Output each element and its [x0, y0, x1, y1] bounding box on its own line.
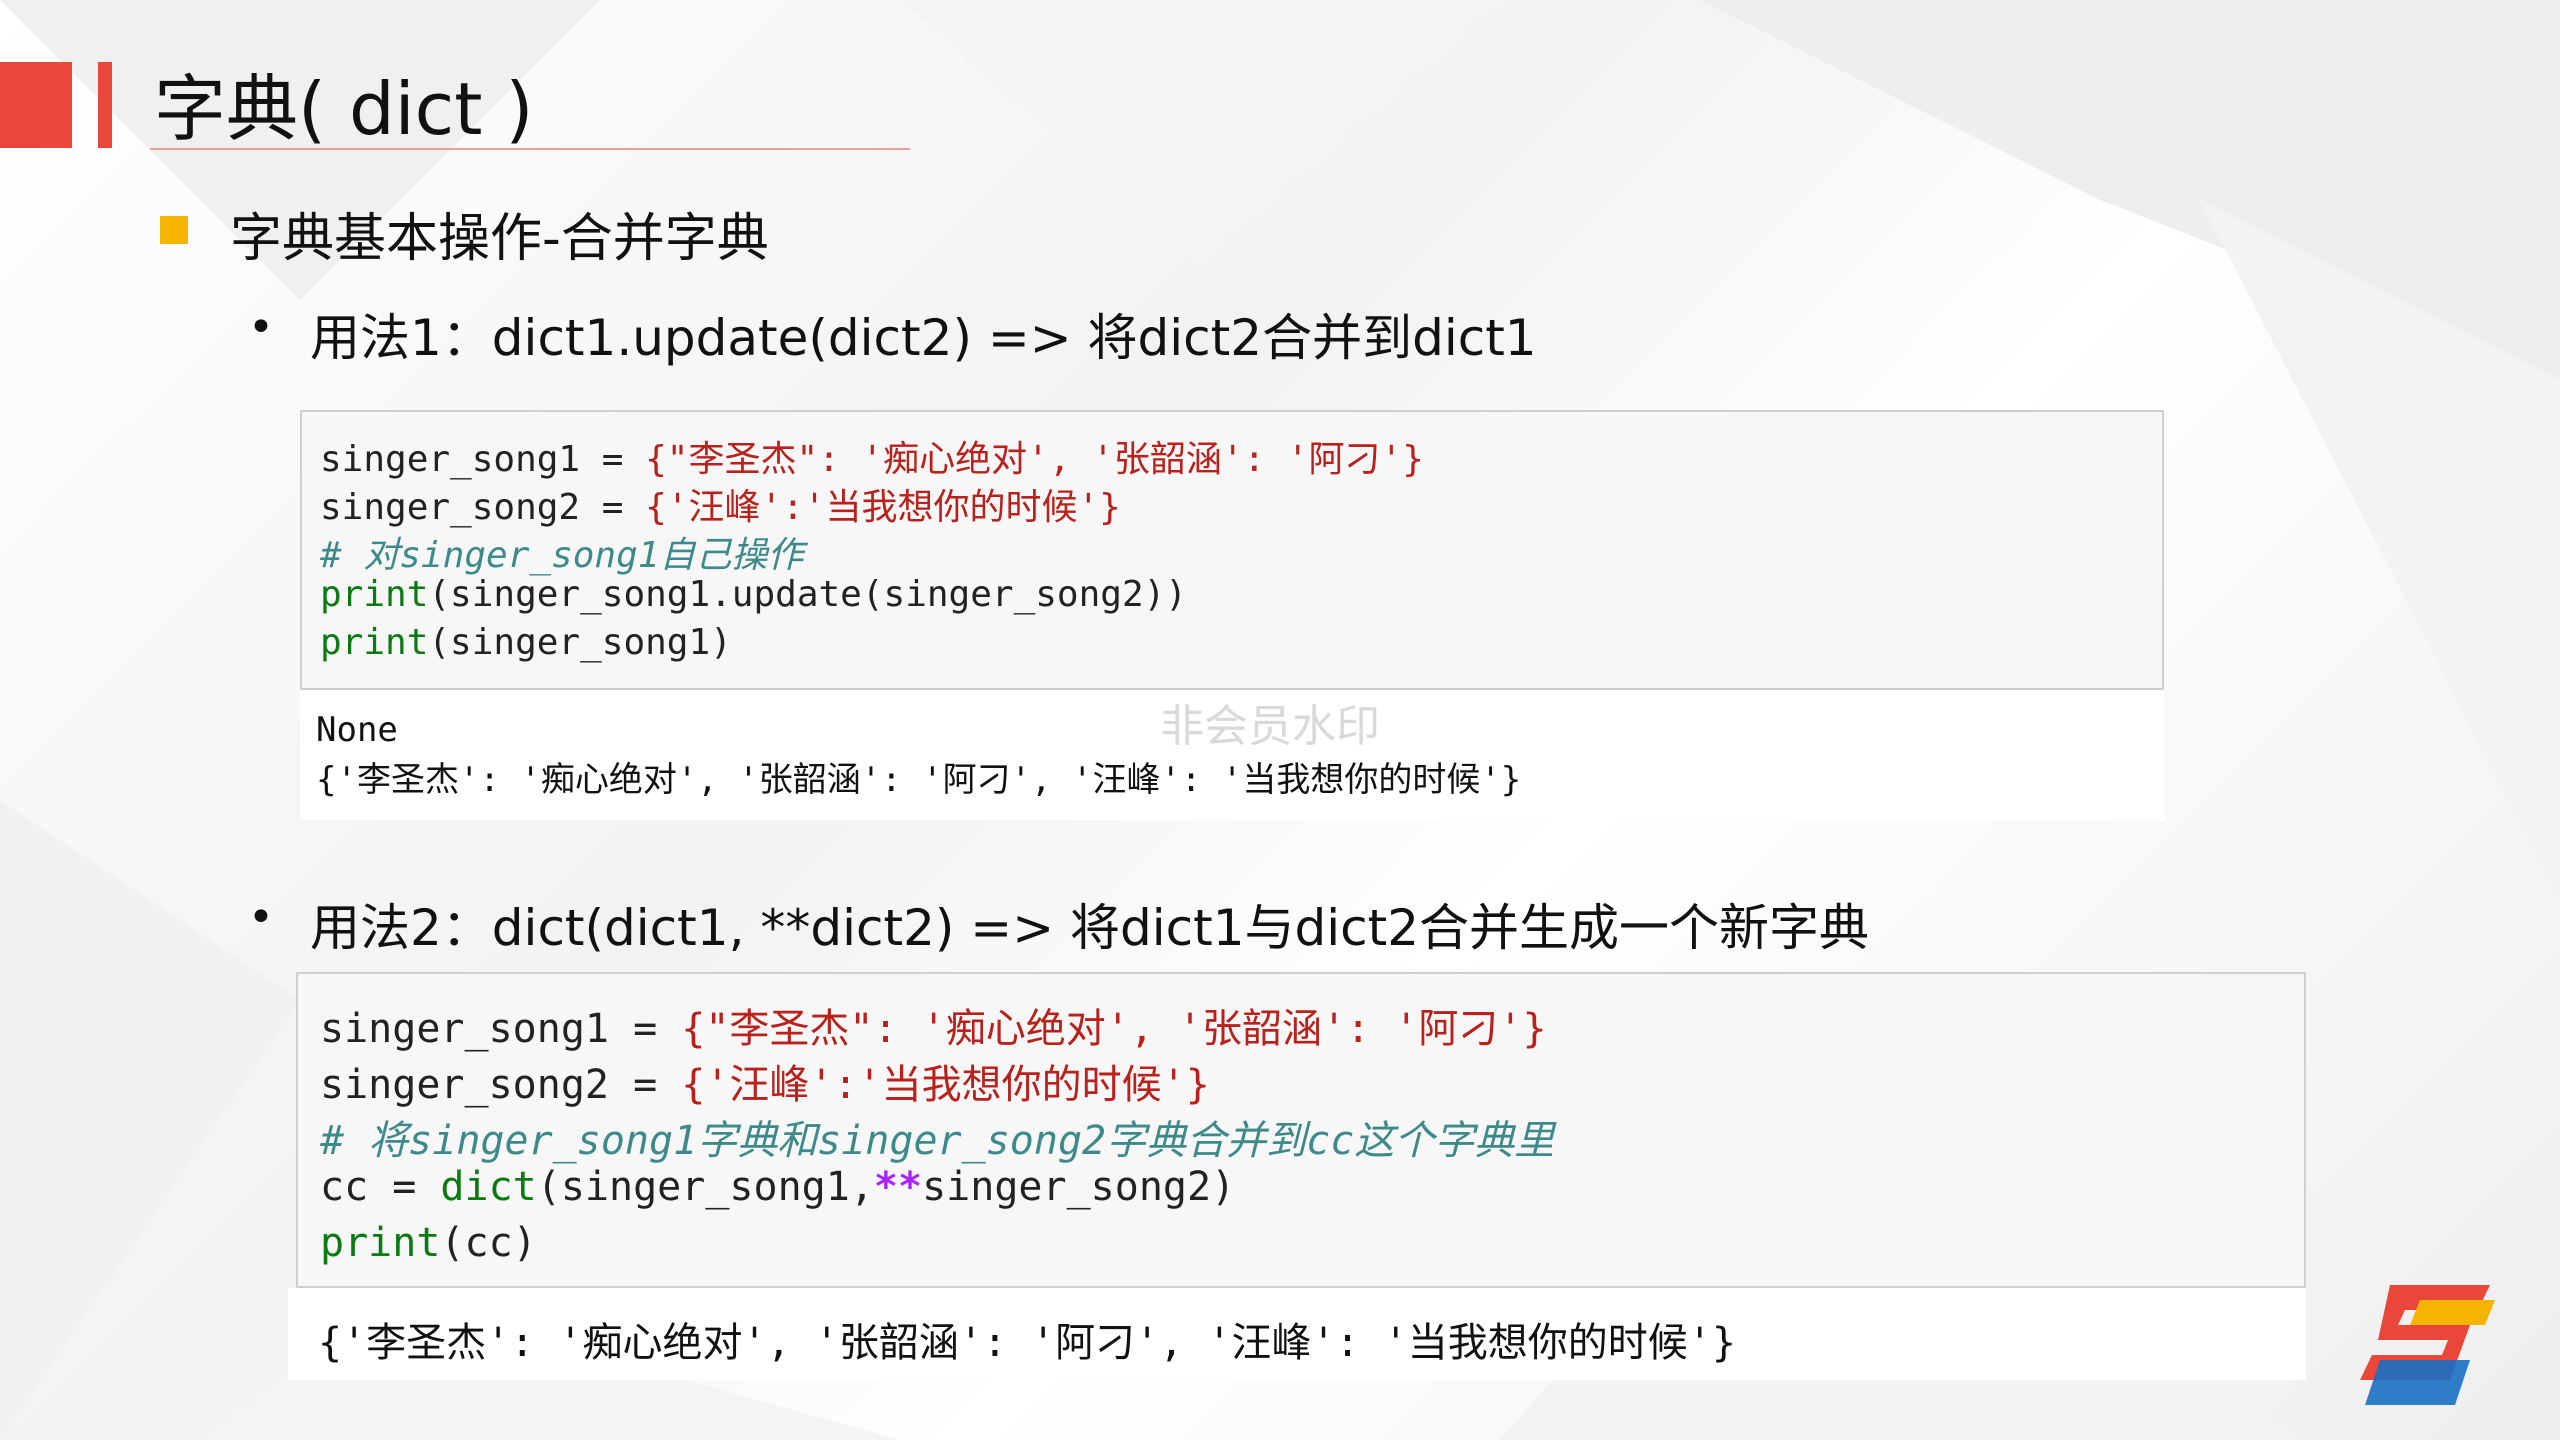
title-accent-block [0, 62, 72, 148]
output2-line1: {'李圣杰': '痴心绝对', '张韶涵': '阿刁', '汪峰': '当我想你… [318, 1320, 1736, 1366]
code2-line5: print(cc) [320, 1220, 537, 1266]
code2-line4: cc = dict(singer_song1,**singer_song2) [320, 1164, 1235, 1210]
code2-l1-str: {"李圣杰": '痴心绝对', '张韶涵': '阿刁'} [681, 1006, 1547, 1052]
heading-bullet-icon [160, 216, 188, 244]
output1-line2: {'李圣杰': '痴心绝对', '张韶涵': '阿刁', '汪峰': '当我想你… [316, 760, 1522, 800]
code1-l1-var: singer_song1 = [320, 439, 646, 480]
code-cell-2-input: singer_song1 = {"李圣杰": '痴心绝对', '张韶涵': '阿… [296, 972, 2306, 1288]
title-accent-bar [98, 62, 112, 148]
output1-line1: None [316, 710, 398, 750]
code-cell-1-input: singer_song1 = {"李圣杰": '痴心绝对', '张韶涵': '阿… [300, 410, 2164, 690]
code1-l1-str: {"李圣杰": '痴心绝对', '张韶涵': '阿刁'} [645, 439, 1424, 480]
code2-l4-b: singer_song2) [922, 1164, 1236, 1210]
code2-l5-rest: (cc) [440, 1220, 537, 1266]
code2-l4-var: cc = [320, 1164, 441, 1210]
usage1-bullet: • [248, 302, 274, 353]
code1-line3-comment: # 对singer_song1自己操作 [320, 535, 804, 576]
code2-l4-fn: dict [440, 1164, 537, 1210]
code2-l5-fn: print [320, 1220, 441, 1266]
code1-l4-rest: (singer_song1.update(singer_song2)) [428, 574, 1187, 615]
brand-s-logo-icon [2360, 1285, 2495, 1405]
code2-l4-op: ** [873, 1164, 923, 1210]
code2-l1-var: singer_song1 = [320, 1006, 682, 1052]
section-heading: 字典基本操作-合并字典 [230, 209, 769, 269]
watermark: 非会员水印 [1160, 701, 1380, 752]
code1-line4: print(singer_song1.update(singer_song2)) [320, 574, 1187, 615]
usage2-bullet: • [248, 892, 274, 943]
usage2-text: 用法2：dict(dict1, **dict2) => 将dict1与dict2… [310, 899, 1870, 957]
code2-l4-a: (singer_song1, [536, 1164, 874, 1210]
code2-line3-comment: # 将singer_song1字典和singer_song2字典合并到cc这个字… [320, 1118, 1555, 1164]
code2-line2: singer_song2 = {'汪峰':'当我想你的时候'} [320, 1052, 1210, 1110]
title-underline [150, 148, 910, 150]
code1-line5: print(singer_song1) [320, 622, 732, 663]
code2-l2-str: {'汪峰':'当我想你的时候'} [681, 1062, 1210, 1108]
code2-l2-var: singer_song2 = [320, 1062, 682, 1108]
code1-l5-rest: (singer_song1) [428, 622, 732, 663]
code1-line2: singer_song2 = {'汪峰':'当我想你的时候'} [320, 478, 1121, 530]
code1-l4-fn: print [320, 574, 429, 615]
code1-l2-var: singer_song2 = [320, 487, 646, 528]
code-cell-2-output: {'李圣杰': '痴心绝对', '张韶涵': '阿刁', '汪峰': '当我想你… [288, 1288, 2306, 1380]
code2-line1: singer_song1 = {"李圣杰": '痴心绝对', '张韶涵': '阿… [320, 996, 1547, 1054]
slide-title: 字典( dict ) [154, 67, 534, 151]
usage1-text: 用法1：dict1.update(dict2) => 将dict2合并到dict… [310, 309, 1537, 367]
code1-l2-str: {'汪峰':'当我想你的时候'} [645, 487, 1121, 528]
code1-l5-fn: print [320, 622, 429, 663]
code1-line1: singer_song1 = {"李圣杰": '痴心绝对', '张韶涵': '阿… [320, 430, 1424, 482]
